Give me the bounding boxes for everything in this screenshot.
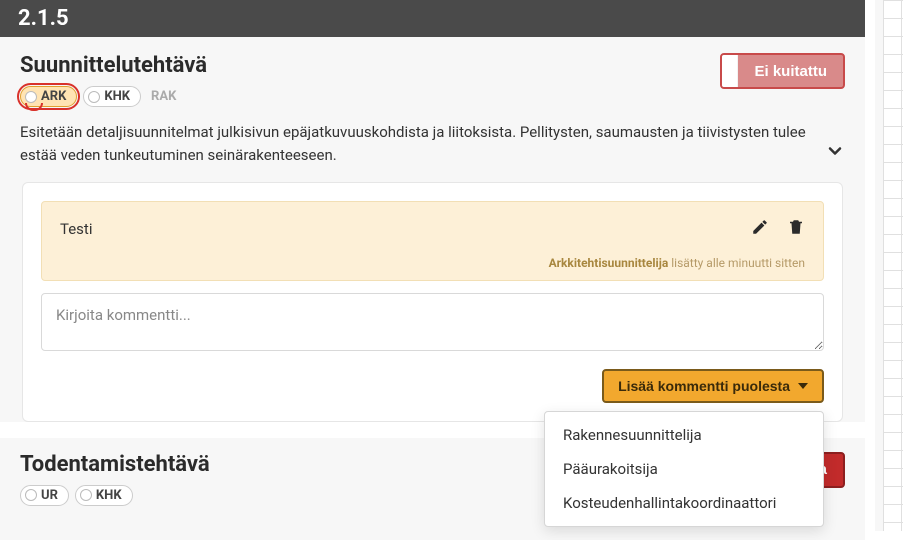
trash-icon [787,221,805,240]
side-pattern [875,0,903,531]
verify-tag-row: UR KHK [20,485,210,506]
dropdown-option-kosteudenhallinta[interactable]: Kosteudenhallintakoordinaattori [545,486,823,520]
tag-ark[interactable]: ARK [20,86,77,107]
comments-card: Testi [22,182,843,422]
dropdown-option-rakennesuunnittelija[interactable]: Rakennesuunnittelija [545,418,823,452]
tag-indicator-icon [88,91,100,103]
add-comment-as-button[interactable]: Lisää kommentti puolesta [602,369,824,403]
chevron-down-icon [825,146,845,165]
tag-ur[interactable]: UR [20,485,69,506]
tag-ur-label: UR [41,488,58,503]
tag-ark-label: ARK [41,89,66,104]
tag-khk-label: KHK [104,89,130,104]
expand-toggle[interactable] [825,141,845,165]
header-bar: 2.1.5 [0,0,865,37]
version-number: 2.1.5 [18,6,69,31]
add-comment-label: Lisää kommentti puolesta [618,378,790,394]
task-description: Esitetään detaljisuunnitelmat julkisivun… [20,121,813,182]
tag-indicator-icon [80,489,92,501]
comment-time: lisätty alle minuutti sitten [671,256,805,270]
tag-indicator-icon [25,91,37,103]
toggle-indicator-icon [722,55,738,87]
delete-comment-button[interactable] [787,218,805,240]
tag-khk-verify[interactable]: KHK [75,485,133,506]
edit-comment-button[interactable] [751,218,769,240]
status-label: Ei kuitattu [738,63,843,80]
tag-row: ARK KHK RAK [20,86,207,107]
caret-down-icon [798,383,808,389]
dropdown-option-paaurakoitsija[interactable]: Pääurakoitsija [545,452,823,486]
design-task-section: Suunnittelutehtävä ARK KHK RAK Ei [0,37,865,422]
comment-item: Testi [41,201,824,281]
tag-indicator-icon [25,489,37,501]
edit-icon [751,221,769,240]
tag-khk[interactable]: KHK [83,86,141,107]
comment-meta: Arkkitehtisuunnittelija lisätty alle min… [60,256,805,270]
tag-khk-verify-label: KHK [96,488,122,503]
add-comment-dropdown: Rakennesuunnittelija Pääurakoitsija Kost… [544,411,824,527]
main-container: 2.1.5 Suunnittelutehtävä ARK KHK RAK [0,0,865,540]
tag-rak: RAK [147,89,180,104]
status-button-not-acknowledged[interactable]: Ei kuitattu [720,53,845,89]
comment-text: Testi [60,220,92,238]
verification-task-title: Todentamistehtävä [20,452,210,477]
comment-author: Arkkitehtisuunnittelija [549,256,669,270]
comment-input[interactable] [41,293,824,351]
design-task-title: Suunnittelutehtävä [20,53,207,78]
